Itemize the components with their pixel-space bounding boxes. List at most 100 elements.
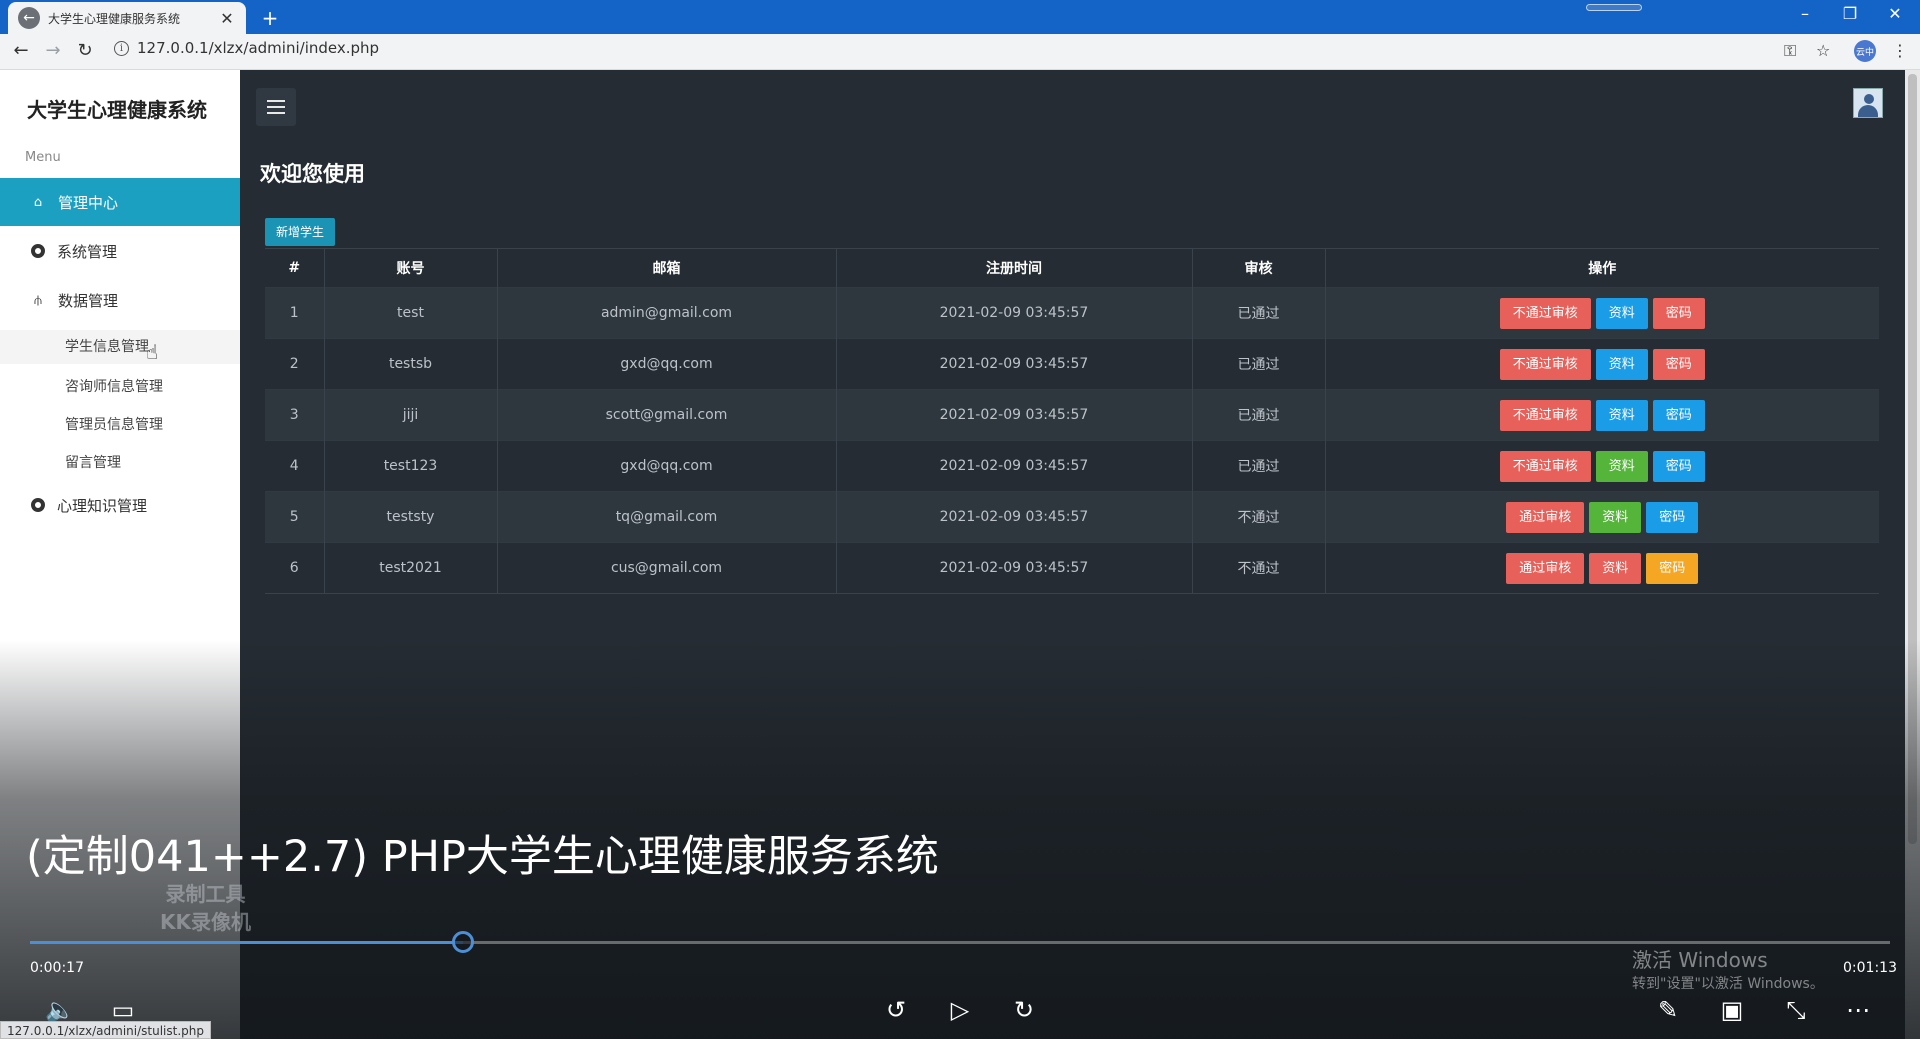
cell-account: teststy [323, 491, 497, 543]
cell-account: test [323, 287, 497, 339]
menu-toggle-icon[interactable] [256, 88, 296, 126]
back-icon[interactable]: ← [8, 40, 34, 61]
review-button[interactable]: 不通过审核 [1499, 297, 1591, 329]
back-arrow-icon[interactable]: ← [18, 7, 40, 29]
new-tab-icon[interactable]: + [258, 6, 282, 30]
cell-email: gxd@qq.com [496, 440, 836, 492]
profile-button[interactable]: 资料 [1595, 399, 1648, 431]
captions-icon[interactable]: ▭ [103, 996, 143, 1024]
profile-button[interactable]: 资料 [1589, 552, 1642, 584]
more-options-icon[interactable]: ⋯ [1838, 996, 1878, 1024]
sidebar-item-dashboard[interactable]: ⌂ 管理中心 [0, 178, 240, 226]
info-icon[interactable]: i [114, 40, 129, 56]
profile-avatar[interactable]: 云中 [1854, 40, 1876, 62]
circle-icon [31, 498, 45, 512]
cell-time: 2021-02-09 03:45:57 [835, 338, 1192, 390]
review-button[interactable]: 通过审核 [1506, 501, 1585, 533]
duration: 0:01:13 [1843, 960, 1897, 976]
add-student-button[interactable]: 新增学生 [265, 218, 336, 246]
key-icon[interactable]: ⚿ [1784, 41, 1796, 61]
action-group: 通过审核 资料 密码 [1506, 552, 1699, 584]
forward-30-icon[interactable]: ↻ [1004, 996, 1044, 1024]
table-row: 5 teststy tq@gmail.com 2021-02-09 03:45:57 不… [265, 491, 1879, 543]
forward-icon[interactable]: → [40, 40, 66, 61]
system-indicator [1586, 4, 1642, 11]
mouse-cursor-icon: ☝ [146, 340, 159, 364]
sidebar-subitem-messages[interactable]: 留言管理 [65, 452, 121, 472]
cell-time: 2021-02-09 03:45:57 [835, 440, 1192, 492]
reload-icon[interactable]: ↻ [72, 40, 98, 61]
sidebar-item-system[interactable]: 系统管理 [0, 227, 240, 275]
browser-tab[interactable]: ← 大学生心理健康服务系统 ✕ [8, 2, 246, 34]
tab-title: 大学生心理健康服务系统 [48, 11, 181, 26]
close-icon[interactable]: ✕ [218, 9, 236, 28]
cell-no: 3 [265, 389, 324, 441]
column-header: 邮箱 [496, 248, 836, 288]
cell-time: 2021-02-09 03:45:57 [835, 287, 1192, 339]
review-button[interactable]: 通过审核 [1506, 552, 1585, 584]
sidebar-subitem-counselors[interactable]: 咨询师信息管理 [65, 376, 163, 396]
edit-pencil-icon[interactable]: ✎ [1648, 996, 1688, 1024]
cell-status: 已通过 [1191, 338, 1325, 390]
profile-button[interactable]: 资料 [1595, 297, 1648, 329]
sidebar-subitem-students[interactable]: 学生信息管理 [0, 330, 240, 364]
password-button[interactable]: 密码 [1652, 450, 1705, 482]
review-button[interactable]: 不通过审核 [1499, 348, 1591, 380]
browser-tab-bar: ← 大学生心理健康服务系统 ✕ + – ❐ ✕ [0, 0, 1920, 34]
url-text[interactable]: 127.0.0.1/xlzx/admini/index.php [137, 39, 379, 57]
sidebar-item-data[interactable]: ⫛ 数据管理 [0, 276, 240, 324]
status-bar-url: 127.0.0.1/xlzx/admini/stulist.php [0, 1021, 211, 1039]
url-field[interactable]: i 127.0.0.1/xlzx/admini/index.php [114, 39, 379, 57]
cell-actions: 不通过审核 资料 密码 [1324, 389, 1879, 441]
cell-no: 4 [265, 440, 324, 492]
column-header: 注册时间 [835, 248, 1192, 288]
review-button[interactable]: 不通过审核 [1499, 399, 1591, 431]
password-button[interactable]: 密码 [1652, 348, 1705, 380]
password-button[interactable]: 密码 [1652, 399, 1705, 431]
password-button[interactable]: 密码 [1646, 501, 1699, 533]
restore-icon[interactable]: ❐ [1835, 4, 1865, 23]
sidebar-item-label: 心理知识管理 [57, 496, 148, 515]
sidebar-item-label: 管理中心 [58, 193, 119, 212]
profile-button[interactable]: 资料 [1595, 450, 1648, 482]
rewind-10-icon[interactable]: ↺ [876, 996, 916, 1024]
profile-button[interactable]: 资料 [1589, 501, 1642, 533]
password-button[interactable]: 密码 [1652, 297, 1705, 329]
more-vert-icon[interactable]: ⋮ [1892, 41, 1908, 60]
profile-button[interactable]: 资料 [1595, 348, 1648, 380]
cell-account: test2021 [323, 542, 497, 594]
table-row: 3 jiji scott@gmail.com 2021-02-09 03:45:57 已… [265, 389, 1879, 441]
mini-player-icon[interactable]: ▣ [1712, 996, 1752, 1024]
volume-icon[interactable]: 🔈 [40, 996, 80, 1024]
cell-actions: 通过审核 资料 密码 [1324, 542, 1879, 594]
review-button[interactable]: 不通过审核 [1499, 450, 1591, 482]
play-icon[interactable]: ▷ [940, 996, 980, 1024]
sidebar-item-label: 数据管理 [58, 291, 119, 310]
students-table: # 账号 邮箱 注册时间 审核 操作 1 test admin@gmail.com 2… [265, 248, 1879, 594]
star-icon[interactable]: ☆ [1816, 41, 1830, 60]
minimize-icon[interactable]: – [1790, 4, 1820, 23]
table-row: 1 test admin@gmail.com 2021-02-09 03:45:57 已… [265, 287, 1879, 339]
window-close-icon[interactable]: ✕ [1880, 4, 1910, 23]
cell-status: 不通过 [1191, 542, 1325, 594]
video-title: (定制041++2.7) PHP大学生心理健康服务系统 [26, 832, 939, 882]
address-bar: ← → ↻ i 127.0.0.1/xlzx/admini/index.php … [0, 34, 1920, 70]
user-avatar[interactable] [1853, 88, 1883, 118]
cell-email: scott@gmail.com [496, 389, 836, 441]
video-seek-bar[interactable] [30, 931, 1890, 953]
password-button[interactable]: 密码 [1646, 552, 1699, 584]
sidebar-item-label: 系统管理 [57, 242, 118, 261]
cell-time: 2021-02-09 03:45:57 [835, 542, 1192, 594]
page-title: 欢迎您使用 [260, 162, 365, 186]
action-group: 不通过审核 资料 密码 [1499, 297, 1705, 329]
cell-time: 2021-02-09 03:45:57 [835, 389, 1192, 441]
action-group: 通过审核 资料 密码 [1506, 501, 1699, 533]
screen: ← 大学生心理健康服务系统 ✕ + – ❐ ✕ ← → ↻ i 127.0.0.… [0, 0, 1920, 1039]
cell-account: test123 [323, 440, 497, 492]
column-header: 操作 [1324, 248, 1879, 288]
cell-no: 5 [265, 491, 324, 543]
sidebar-item-knowledge[interactable]: 心理知识管理 [0, 481, 240, 529]
sidebar-subitem-admins[interactable]: 管理员信息管理 [65, 414, 163, 434]
column-header: # [265, 248, 324, 288]
exit-fullscreen-icon[interactable]: ⤡ [1776, 996, 1816, 1024]
